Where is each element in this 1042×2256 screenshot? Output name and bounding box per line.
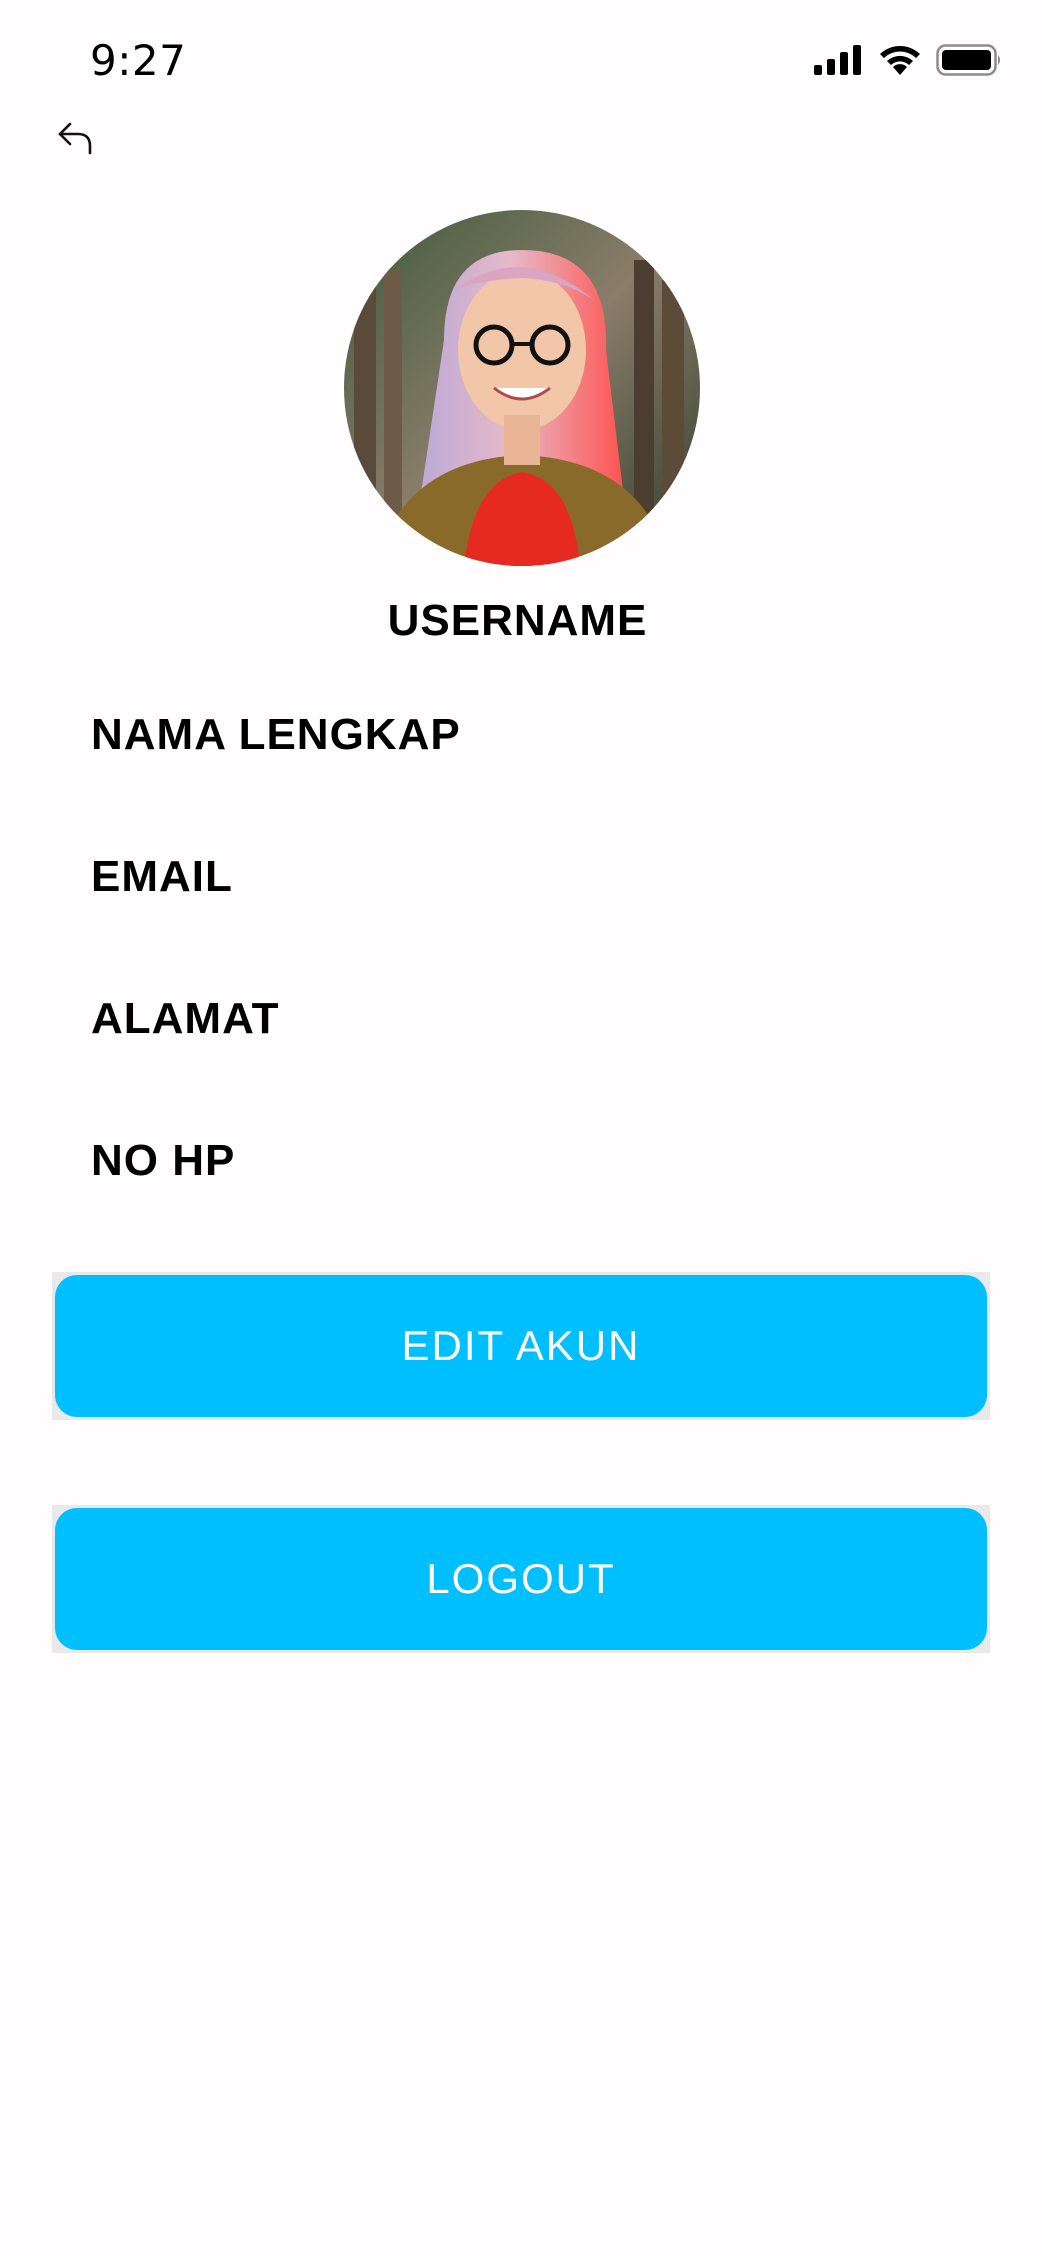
profile-screen: 9:27 USERNAME NAMA LENGKAP EMAIL ALAMAT … [0,0,1042,2256]
profile-info-list: NAMA LENGKAP EMAIL ALAMAT NO HP [91,706,461,1274]
wifi-icon [878,44,922,76]
field-address: ALAMAT [91,994,280,1043]
signal-icon [814,45,864,75]
edit-account-button[interactable]: EDIT AKUN [55,1275,987,1417]
logout-button[interactable]: LOGOUT [55,1508,987,1650]
field-email: EMAIL [91,852,233,901]
battery-icon [936,44,1002,76]
status-icons [814,44,1002,76]
status-time: 9:27 [90,36,187,85]
field-phone: NO HP [91,1136,236,1185]
field-full-name: NAMA LENGKAP [91,710,461,759]
back-arrow-icon [56,120,96,161]
avatar [344,210,700,566]
back-button[interactable] [52,118,100,162]
logout-button-frame: LOGOUT [52,1505,990,1653]
edit-account-button-frame: EDIT AKUN [52,1272,990,1420]
username: USERNAME [387,596,648,645]
